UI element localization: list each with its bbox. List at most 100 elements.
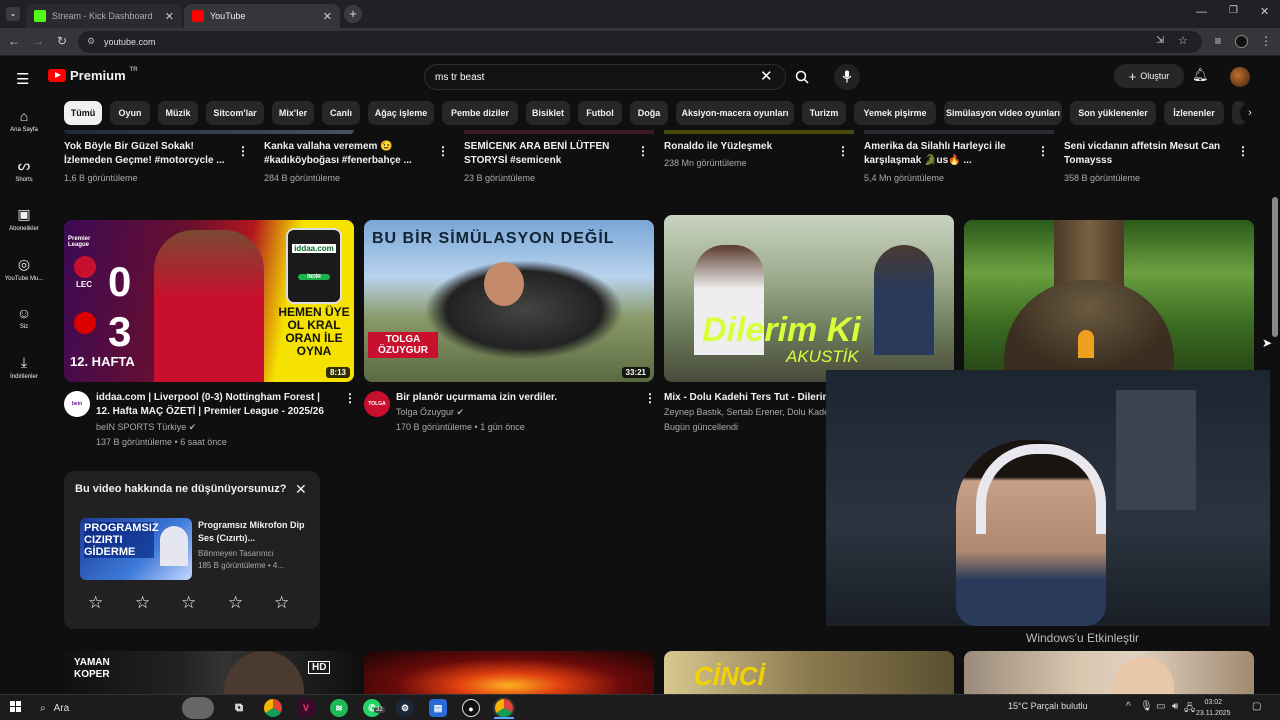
chip[interactable]: Pembe diziler [442,101,518,125]
new-tab-button[interactable]: + [344,5,362,23]
app-icon[interactable]: V [297,699,315,717]
chip[interactable]: Turizm [802,101,846,125]
survey-video-title[interactable]: Programsız Mikrofon Dip Ses (Cızırtı)... [198,519,308,545]
chip[interactable]: Yemek pişirme [854,101,936,125]
forward-icon[interactable]: → [30,34,46,48]
tab-search-dropdown-button[interactable]: ⌄ [6,7,20,21]
maximize-window-button[interactable]: ❐ [1229,5,1238,16]
rail-item-shorts[interactable]: ᔕ Shorts [0,157,48,183]
video-thumbnail[interactable]: Premier League LEC 0 3 12. HAFTA iddaa.c… [64,220,354,382]
install-app-icon[interactable]: ⇲ [1156,35,1164,46]
more-options-icon[interactable]: ⋮ [437,144,449,158]
voice-search-button[interactable] [834,64,860,90]
profile-avatar[interactable] [1235,35,1248,48]
close-tab-icon[interactable]: ✕ [165,10,174,23]
browser-tab-youtube[interactable]: YouTube ✕ [184,4,340,28]
chip[interactable]: Ağaç işleme [368,101,434,125]
video-thumbnail[interactable] [964,651,1254,694]
video-title[interactable]: Amerika da Silahlı Harleyci ile karşılaş… [864,140,1032,168]
rail-item-downloads[interactable]: ⤓ İndirilenler [0,354,48,380]
page-scrollbar[interactable] [1270,57,1280,694]
star-rating-2-icon[interactable]: ☆ [135,593,150,613]
video-title[interactable]: Mix - Dolu Kadehi Ters Tut - Dilerim [664,391,826,405]
video-thumbnail[interactable]: BU BİR SİMÜLASYON DEĞİL TOLGA ÖZUYGUR 33… [364,220,654,382]
back-icon[interactable]: ← [6,34,22,48]
channel-avatar[interactable]: TOLGA [364,391,390,417]
clear-search-icon[interactable]: ✕ [760,67,773,85]
video-title[interactable]: SEMİCENK ARA BENİ LÜTFEN STORYSİ #semice… [464,140,632,168]
chip-all[interactable]: Tümü [64,101,102,125]
survey-video-thumbnail[interactable]: PROGRAMSIZ CIZIRTI GİDERME [80,518,192,580]
system-clock[interactable]: 03:02 23.11.2025 [1196,697,1231,719]
video-thumbnail[interactable]: CİNCİ [664,651,954,694]
file-explorer-icon[interactable]: ▤ [429,699,447,717]
close-window-button[interactable]: ✕ [1260,5,1269,18]
reload-icon[interactable]: ↻ [54,34,70,48]
star-rating-3-icon[interactable]: ☆ [181,593,196,613]
notifications-bell-icon[interactable]: 🔔︎ [1192,67,1209,83]
rail-item-subscriptions[interactable]: ▣ Abonelikler [0,206,48,232]
video-title[interactable]: Bir planör uçurmama izin verdiler. [396,391,636,405]
youtube-premium-logo[interactable]: Premium TR [48,67,138,83]
channel-name[interactable]: Tolga Özuygur ✔ [396,405,464,420]
video-thumbnail[interactable] [964,220,1254,370]
survey-channel[interactable]: Bilinmeyen Tasarımcı [198,549,274,558]
account-avatar[interactable] [1230,67,1250,87]
media-control-icon[interactable]: ≡ [1210,34,1226,48]
chip[interactable]: Bisiklet [526,101,570,125]
channel-name[interactable]: Zeynep Bastık, Sertab Erener, Dolu Kade [664,405,826,420]
video-thumbnail-cut[interactable] [464,130,654,134]
browser-tab-kick[interactable]: Stream - Kick Dashboard ✕ [26,4,182,28]
scrollbar-thumb[interactable] [1272,197,1278,337]
search-input[interactable]: ms tr beast [424,64,786,90]
chip[interactable]: Doğa [630,101,668,125]
video-thumbnail-cut[interactable] [864,130,1054,134]
star-rating-1-icon[interactable]: ☆ [88,593,103,613]
notifications-icon[interactable]: ▢ [1252,701,1261,712]
windows-start-icon[interactable] [10,701,22,713]
bookmark-star-icon[interactable]: ☆ [1178,34,1188,47]
tray-chevron-icon[interactable]: ^ [1126,701,1131,712]
chrome-active-icon[interactable] [495,699,513,717]
video-title[interactable]: Ronaldo ile Yüzleşmek [664,140,832,154]
rail-item-you[interactable]: ☺ Siz [0,305,48,330]
video-thumbnail[interactable] [364,651,654,694]
more-options-icon[interactable]: ⋮ [637,144,649,158]
chip[interactable]: Sitcom'lar [206,101,264,125]
chip[interactable]: Futbol [578,101,622,125]
star-rating-4-icon[interactable]: ☆ [228,593,243,613]
video-title[interactable]: Seni vicdanın affetsin Mesut Can Tomayss… [1064,140,1232,168]
volume-icon[interactable]: 🔊︎ [1172,701,1178,712]
channel-avatar[interactable]: bein SPORTS CANLI [64,391,90,417]
task-view-icon[interactable]: ⧉ [230,699,248,717]
mix-thumbnail[interactable]: Dilerim Ki AKUSTİK [664,215,954,382]
channel-name[interactable]: beIN SPORTS Türkiye ✔ [96,420,196,435]
steam-icon[interactable]: ⚙ [396,699,414,717]
browser-menu-icon[interactable]: ⋮ [1258,34,1274,48]
chip[interactable]: Aksiyon-macera oyunları [676,101,794,125]
menu-icon[interactable]: ☰ [16,70,29,88]
video-title[interactable]: Yok Böyle Bir Güzel Sokak! İzlemeden Geç… [64,140,232,168]
rail-item-home[interactable]: ⌂ Ana Sayfa [0,108,48,133]
chip[interactable]: Mix'ler [272,101,314,125]
more-options-icon[interactable]: ⋮ [644,391,656,405]
close-icon[interactable]: ✕ [295,481,307,498]
chevron-right-icon[interactable]: › [1240,103,1260,123]
obs-icon[interactable]: ● [462,699,480,717]
address-bar[interactable]: ⚙ youtube.com ⇲ ☆ [78,31,1202,53]
app-tray-icon[interactable]: ▭ [1156,701,1165,712]
star-rating-5-icon[interactable]: ☆ [274,593,289,613]
video-title[interactable]: iddaa.com | Liverpool (0-3) Nottingham F… [96,391,336,419]
video-title[interactable]: Kanka vallaha veremem 😉 #kadıköyboğası #… [264,140,432,168]
rail-item-youtube-music[interactable]: ◎ YouTube Mu... [0,256,48,282]
more-options-icon[interactable]: ⋮ [237,144,249,158]
more-options-icon[interactable]: ⋮ [837,144,849,158]
video-thumbnail-cut[interactable] [664,130,854,134]
microphone-tray-icon[interactable]: 🎙︎ [1140,701,1153,712]
video-thumbnail[interactable]: YAMAN KOPER HD [64,651,354,694]
chrome-icon[interactable] [264,699,282,717]
chip[interactable]: Oyun [110,101,150,125]
search-highlight-icon[interactable] [182,697,214,719]
spotify-icon[interactable]: ≋ [330,699,348,717]
chip[interactable]: Müzik [158,101,198,125]
